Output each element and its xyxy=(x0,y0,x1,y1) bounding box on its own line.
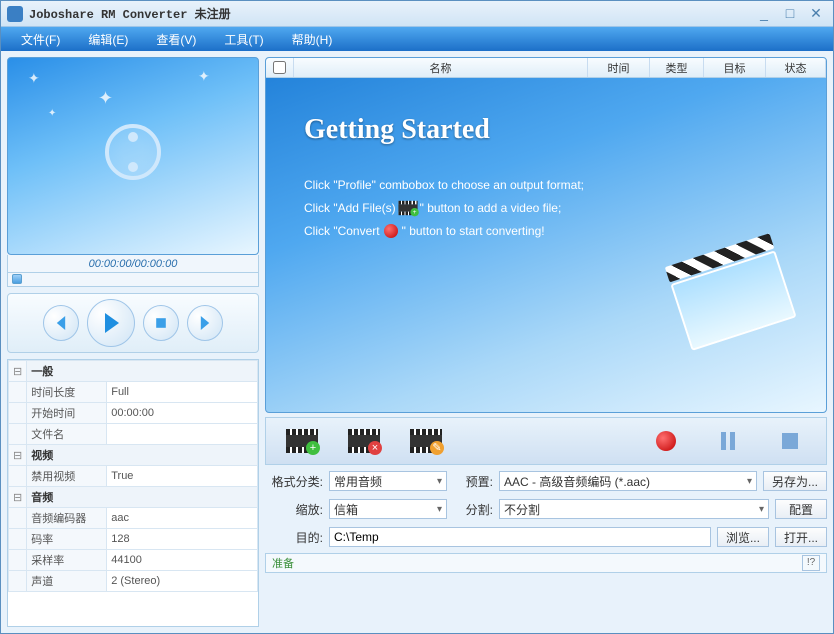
prop-key: 码率 xyxy=(27,529,107,550)
add-file-button[interactable]: + xyxy=(278,423,326,459)
prev-button[interactable] xyxy=(43,305,79,341)
prop-value[interactable]: 128 xyxy=(107,529,258,550)
col-type[interactable]: 类型 xyxy=(650,58,704,77)
maximize-button[interactable]: □ xyxy=(779,5,801,23)
help-button[interactable]: !? xyxy=(802,555,820,571)
open-button[interactable]: 打开... xyxy=(775,527,827,547)
app-window: Joboshare RM Converter 未注册 _ □ ✕ 文件(F) 编… xyxy=(0,0,834,634)
col-name[interactable]: 名称 xyxy=(294,58,588,77)
pause-button[interactable] xyxy=(704,423,752,459)
status-text: 准备 xyxy=(272,555,294,571)
main-toolbar: + × ✎ xyxy=(265,417,827,465)
profile-row: 格式分类: 常用音频 预置: AAC - 高级音频编码 (*.aac) 另存为.… xyxy=(265,469,827,493)
playback-controls xyxy=(7,293,259,353)
prop-key: 禁用视频 xyxy=(27,466,107,487)
gs-line3: Click "Convert " button to start convert… xyxy=(304,224,545,238)
prop-key: 开始时间 xyxy=(27,403,107,424)
col-status[interactable]: 状态 xyxy=(766,58,826,77)
browse-button[interactable]: 浏览... xyxy=(717,527,769,547)
play-button[interactable] xyxy=(87,299,135,347)
property-grid[interactable]: ⊟一般 时间长度Full 开始时间00:00:00 文件名 ⊟视频 禁用视频Tr… xyxy=(7,359,259,627)
zoom-row: 缩放: 信箱 分割: 不分割 配置 xyxy=(265,497,827,521)
window-title: Joboshare RM Converter 未注册 xyxy=(29,5,749,22)
sparkle-icon: ✦ xyxy=(98,88,113,109)
gs-line1: Click "Profile" combobox to choose an ou… xyxy=(304,178,584,192)
preview-block: ✦ ✦ ✦ ✦ 00:00:00/00:00:00 xyxy=(7,57,259,287)
gs-line2: Click "Add File(s) + " button to add a v… xyxy=(304,200,561,216)
dest-input[interactable] xyxy=(329,527,711,547)
status-bar: 准备 !? xyxy=(265,553,827,573)
getting-started-title: Getting Started xyxy=(304,114,490,146)
sparkle-icon: ✦ xyxy=(198,68,210,85)
header-checkbox[interactable] xyxy=(266,58,294,77)
menubar: 文件(F) 编辑(E) 查看(V) 工具(T) 帮助(H) xyxy=(1,27,833,51)
next-button[interactable] xyxy=(187,305,223,341)
split-combo[interactable]: 不分割 xyxy=(499,499,769,519)
zoom-label: 缩放: xyxy=(265,501,323,518)
content-area: ✦ ✦ ✦ ✦ 00:00:00/00:00:00 ⊟一般 时间长度Full xyxy=(1,51,833,633)
preset-combo[interactable]: AAC - 高级音频编码 (*.aac) xyxy=(499,471,757,491)
prop-key: 声道 xyxy=(27,571,107,592)
dest-row: 目的: 浏览... 打开... xyxy=(265,525,827,549)
right-column: 名称 时间 类型 目标 状态 Getting Started Click "Pr… xyxy=(265,57,827,627)
film-reel-icon xyxy=(105,124,161,180)
clapper-icon xyxy=(665,233,797,353)
titlebar: Joboshare RM Converter 未注册 _ □ ✕ xyxy=(1,1,833,27)
add-file-icon: + xyxy=(398,201,417,215)
profile-combo[interactable]: 常用音频 xyxy=(329,471,447,491)
dest-label: 目的: xyxy=(265,529,323,546)
menu-file[interactable]: 文件(F) xyxy=(7,31,74,48)
preview-pane: ✦ ✦ ✦ ✦ xyxy=(7,57,259,255)
prop-key: 采样率 xyxy=(27,550,107,571)
trim-button[interactable]: ✎ xyxy=(402,423,450,459)
prop-key: 音频编码器 xyxy=(27,508,107,529)
stop-button[interactable] xyxy=(143,305,179,341)
select-all-checkbox[interactable] xyxy=(273,61,286,74)
zoom-combo[interactable]: 信箱 xyxy=(329,499,447,519)
remove-file-button[interactable]: × xyxy=(340,423,388,459)
prop-value[interactable] xyxy=(107,424,258,445)
convert-button[interactable] xyxy=(642,423,690,459)
seek-thumb[interactable] xyxy=(12,274,22,284)
stop-convert-button[interactable] xyxy=(766,423,814,459)
col-target[interactable]: 目标 xyxy=(704,58,766,77)
preset-label: 预置: xyxy=(453,473,493,490)
group-general: 一般 xyxy=(27,361,258,382)
profile-label: 格式分类: xyxy=(265,473,323,490)
prop-value[interactable]: 00:00:00 xyxy=(107,403,258,424)
config-button[interactable]: 配置 xyxy=(775,499,827,519)
menu-tools[interactable]: 工具(T) xyxy=(210,31,277,48)
prop-value[interactable]: 2 (Stereo) xyxy=(107,571,258,592)
menu-edit[interactable]: 编辑(E) xyxy=(74,31,142,48)
prop-value[interactable]: 44100 xyxy=(107,550,258,571)
split-label: 分割: xyxy=(453,501,493,518)
left-column: ✦ ✦ ✦ ✦ 00:00:00/00:00:00 ⊟一般 时间长度Full xyxy=(7,57,259,627)
save-as-button[interactable]: 另存为... xyxy=(763,471,827,491)
app-icon xyxy=(7,6,23,22)
time-display: 00:00:00/00:00:00 xyxy=(7,255,259,273)
seek-slider[interactable] xyxy=(7,273,259,287)
collapse-toggle[interactable]: ⊟ xyxy=(9,445,27,466)
sparkle-icon: ✦ xyxy=(48,108,56,119)
prop-key: 文件名 xyxy=(27,424,107,445)
close-button[interactable]: ✕ xyxy=(805,5,827,23)
col-time[interactable]: 时间 xyxy=(588,58,650,77)
sparkle-icon: ✦ xyxy=(28,70,40,87)
group-audio: 音频 xyxy=(27,487,258,508)
list-header: 名称 时间 类型 目标 状态 xyxy=(266,58,826,78)
prop-key: 时间长度 xyxy=(27,382,107,403)
collapse-toggle[interactable]: ⊟ xyxy=(9,361,27,382)
prop-value[interactable]: True xyxy=(107,466,258,487)
minimize-button[interactable]: _ xyxy=(753,5,775,23)
prop-value[interactable]: Full xyxy=(107,382,258,403)
group-video: 视频 xyxy=(27,445,258,466)
file-list-area: 名称 时间 类型 目标 状态 Getting Started Click "Pr… xyxy=(265,57,827,413)
prop-value[interactable]: aac xyxy=(107,508,258,529)
menu-view[interactable]: 查看(V) xyxy=(142,31,210,48)
convert-icon xyxy=(384,224,398,238)
collapse-toggle[interactable]: ⊟ xyxy=(9,487,27,508)
menu-help[interactable]: 帮助(H) xyxy=(278,31,347,48)
